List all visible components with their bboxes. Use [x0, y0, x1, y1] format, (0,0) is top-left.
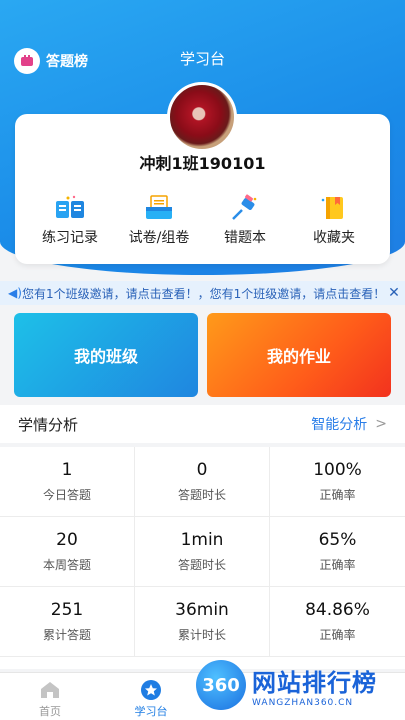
stat-cell: 100% 正确率 — [270, 447, 405, 517]
tab-label: 首页 — [39, 705, 61, 718]
quick-action-wrong-book[interactable]: 错题本 — [200, 193, 290, 247]
my-homework-button[interactable]: 我的作业 — [207, 313, 391, 397]
star-icon — [139, 679, 163, 701]
tab-home[interactable]: 首页 — [10, 679, 90, 719]
stat-cell: 65% 正确率 — [270, 517, 405, 587]
notice-text[interactable]: 您有1个班级邀请，请点击查看！，您有1个班级邀请，请点击查看！ — [22, 285, 383, 302]
stat-cell: 0 答题时长 — [135, 447, 270, 517]
stat-cell: 1min 答题时长 — [135, 517, 270, 587]
close-icon[interactable]: ✕ — [383, 285, 405, 301]
stat-cell: 251 累计答题 — [0, 587, 135, 657]
tab-study[interactable]: 学习台 — [111, 679, 191, 719]
quick-action-papers[interactable]: 试卷/组卷 — [114, 193, 204, 247]
stat-value: 0 — [196, 460, 208, 480]
smart-analysis-label: 智能分析 — [311, 417, 368, 433]
quick-action-favorites[interactable]: 收藏夹 — [289, 193, 379, 247]
stat-cell: 1 今日答题 — [0, 447, 135, 517]
quick-action-label: 错题本 — [224, 230, 266, 246]
my-class-button[interactable]: 我的班级 — [14, 313, 198, 397]
pin-icon — [228, 193, 262, 223]
stat-label: 正确率 — [319, 488, 356, 502]
smart-analysis-link[interactable]: 智能分析 > — [311, 414, 387, 434]
stat-value: 36min — [175, 600, 229, 620]
stat-value: 65% — [318, 530, 357, 550]
stat-value: 251 — [50, 600, 84, 620]
username: 冲刺1班190101 — [139, 154, 266, 173]
quick-action-label: 练习记录 — [42, 230, 98, 246]
bookmark-icon — [317, 193, 351, 223]
tab-label: 学习台 — [134, 705, 168, 718]
page-title: 学习台 — [179, 50, 225, 68]
stat-value: 84.86% — [305, 600, 370, 620]
avatar[interactable] — [167, 82, 237, 152]
stat-value: 20 — [56, 530, 78, 550]
quick-action-label: 收藏夹 — [313, 230, 355, 246]
stat-label: 累计答题 — [42, 628, 91, 642]
stat-label: 正确率 — [319, 558, 356, 572]
stat-value: 100% — [313, 460, 362, 480]
stat-label: 答题时长 — [177, 558, 226, 572]
stat-label: 本周答题 — [42, 558, 91, 572]
chevron-right-icon: > — [375, 416, 387, 432]
stat-cell: 36min 累计时长 — [135, 587, 270, 657]
stat-label: 正确率 — [319, 628, 356, 642]
stat-value: 1 — [61, 460, 73, 480]
paper-tray-icon — [142, 193, 176, 223]
notice-bar[interactable]: ◀) 您有1个班级邀请，请点击查看！，您有1个班级邀请，请点击查看！ ✕ — [0, 281, 405, 305]
stats-grid: 1 今日答题 0 答题时长 100% 正确率 20 本周答题 1min 答题时长 65% 正… — [0, 447, 405, 669]
stat-label: 今日答题 — [42, 488, 91, 502]
watermark-domain: WANGZHAN360.CN — [252, 697, 354, 708]
analysis-header: 学情分析 智能分析 > — [0, 405, 405, 443]
stat-label: 答题时长 — [177, 488, 226, 502]
watermark-badge: 360 — [196, 660, 246, 710]
speaker-icon: ◀) — [8, 286, 22, 300]
watermark: 360 网站排行榜 WANGZHAN360.CN — [196, 660, 377, 710]
stat-value: 1min — [180, 530, 224, 550]
quick-action-label: 试卷/组卷 — [128, 230, 190, 246]
quick-action-practice-records[interactable]: 练习记录 — [25, 193, 115, 247]
home-icon — [38, 679, 62, 701]
watermark-title: 网站排行榜 — [252, 668, 377, 697]
book-icon — [53, 193, 87, 223]
analysis-title: 学情分析 — [18, 415, 79, 434]
stat-cell: 20 本周答题 — [0, 517, 135, 587]
stat-label: 累计时长 — [177, 628, 226, 642]
stat-cell: 84.86% 正确率 — [270, 587, 405, 657]
